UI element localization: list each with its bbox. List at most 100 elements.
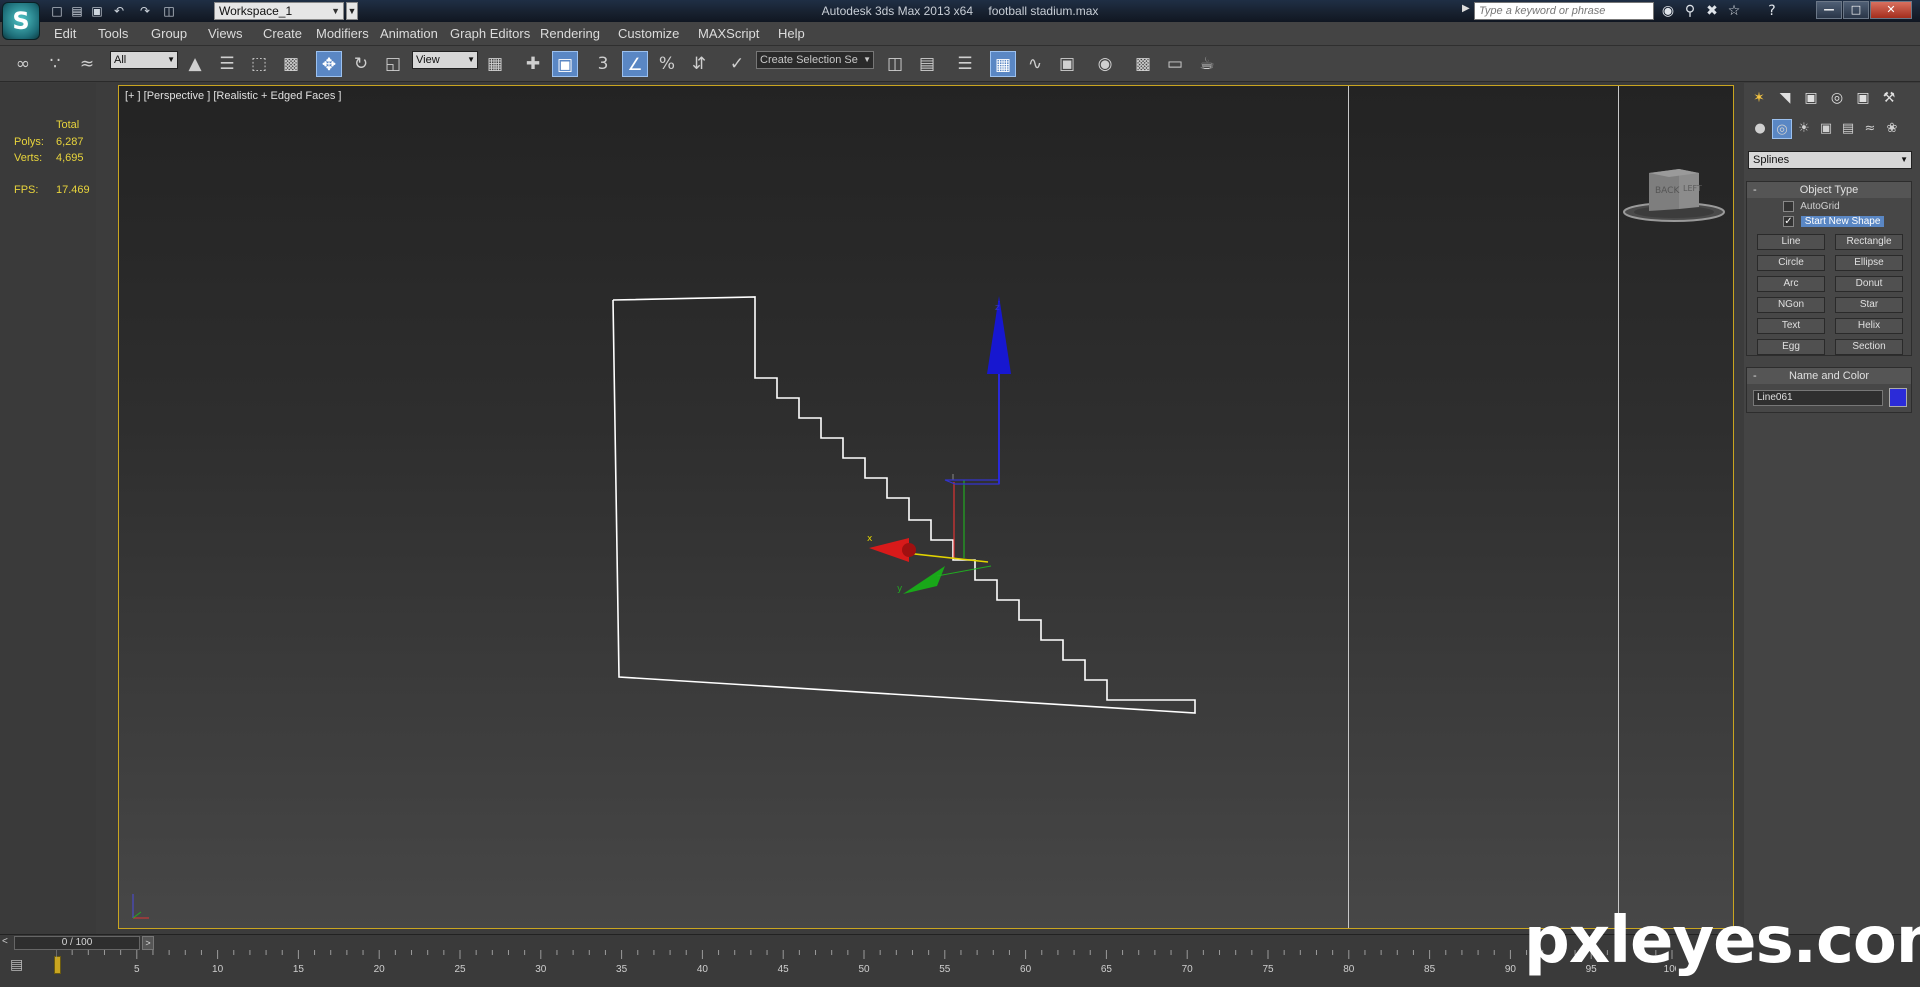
keyboard-shortcut-override-icon[interactable]: ▣ <box>552 51 578 77</box>
menu-rendering[interactable]: Rendering <box>540 26 600 41</box>
modify-tab-icon[interactable]: ◥ <box>1774 87 1796 109</box>
star-button[interactable]: Star <box>1835 297 1903 313</box>
binoculars-icon[interactable]: ◉ <box>1658 2 1678 20</box>
bind-space-warp-icon[interactable]: ≈ <box>74 51 100 77</box>
help-icon[interactable]: ? <box>1762 2 1782 20</box>
utilities-tab-icon[interactable]: ⚒ <box>1878 87 1900 109</box>
start-new-shape-checkbox[interactable]: ✓ <box>1783 216 1794 227</box>
search-input[interactable]: Type a keyword or phrase <box>1474 2 1654 20</box>
render-production-icon[interactable]: ☕ <box>1194 51 1220 77</box>
menu-animation[interactable]: Animation <box>380 26 438 41</box>
app-logo-icon[interactable]: S <box>2 2 40 40</box>
track-ruler[interactable]: 5101520253035404550556065707580859095100 <box>56 950 1676 987</box>
section-button[interactable]: Section <box>1835 339 1903 355</box>
geometry-icon[interactable]: ● <box>1750 119 1770 139</box>
helpers-icon[interactable]: ▤ <box>1838 119 1858 139</box>
motion-tab-icon[interactable]: ◎ <box>1826 87 1848 109</box>
menu-graph-editors[interactable]: Graph Editors <box>450 26 530 41</box>
reference-coordinate-select[interactable]: View ▼ <box>412 51 478 69</box>
hierarchy-tab-icon[interactable]: ▣ <box>1800 87 1822 109</box>
select-and-scale-icon[interactable]: ◱ <box>380 51 406 77</box>
menu-group[interactable]: Group <box>151 26 187 41</box>
lights-icon[interactable]: ☀ <box>1794 119 1814 139</box>
exchange-icon[interactable]: ✖ <box>1702 2 1722 20</box>
link-icon[interactable]: ∞ <box>10 51 36 77</box>
scene-explorer-icon[interactable]: ▦ <box>990 51 1016 77</box>
donut-button[interactable]: Donut <box>1835 276 1903 292</box>
previous-frame-icon[interactable]: < <box>2 936 8 947</box>
rectangle-button[interactable]: Rectangle <box>1835 234 1903 250</box>
text-button[interactable]: Text <box>1757 318 1825 334</box>
viewport-label[interactable]: [+ ] [Perspective ] [Realistic + Edged F… <box>125 90 341 102</box>
star-icon[interactable]: ☆ <box>1724 2 1744 20</box>
select-by-name-icon[interactable]: ☰ <box>214 51 240 77</box>
select-and-move-icon[interactable]: ✥ <box>316 51 342 77</box>
object-color-swatch[interactable] <box>1889 388 1907 407</box>
ellipse-button[interactable]: Ellipse <box>1835 255 1903 271</box>
egg-button[interactable]: Egg <box>1757 339 1825 355</box>
menu-help[interactable]: Help <box>778 26 805 41</box>
snaps-toggle-icon[interactable]: 3 <box>590 51 616 77</box>
search-expand-icon[interactable]: ▶ <box>1462 3 1470 14</box>
perspective-viewport[interactable]: x y z [+ ] [Perspective ] [Realistic + E… <box>118 85 1734 929</box>
select-object-icon[interactable]: ▲ <box>182 51 208 77</box>
window-crossing-icon[interactable]: ▩ <box>278 51 304 77</box>
minimize-button[interactable]: — <box>1816 1 1842 19</box>
display-tab-icon[interactable]: ▣ <box>1852 87 1874 109</box>
rectangular-selection-icon[interactable]: ⬚ <box>246 51 272 77</box>
menu-maxscript[interactable]: MAXScript <box>698 26 759 41</box>
close-button[interactable]: ✕ <box>1870 1 1912 19</box>
next-frame-icon[interactable]: > <box>142 936 154 950</box>
start-new-shape-row[interactable]: ✓ Start New Shape <box>1783 216 1885 230</box>
menu-customize[interactable]: Customize <box>618 26 679 41</box>
cameras-icon[interactable]: ▣ <box>1816 119 1836 139</box>
curve-editor-icon[interactable]: ∿ <box>1022 51 1048 77</box>
percent-snap-icon[interactable]: % <box>654 51 680 77</box>
pivot-center-icon[interactable]: ▦ <box>482 51 508 77</box>
align-icon[interactable]: ▤ <box>914 51 940 77</box>
selection-filter-select[interactable]: All ▼ <box>110 51 178 69</box>
material-editor-icon[interactable]: ◉ <box>1092 51 1118 77</box>
line-button[interactable]: Line <box>1757 234 1825 250</box>
shapes-icon[interactable]: ◎ <box>1772 119 1792 139</box>
ngon-button[interactable]: NGon <box>1757 297 1825 313</box>
systems-icon[interactable]: ❀ <box>1882 119 1902 139</box>
manipulate-icon[interactable]: ✚ <box>520 51 546 77</box>
maximize-button[interactable]: □ <box>1843 1 1869 19</box>
angle-snap-icon[interactable]: ∠ <box>622 51 648 77</box>
helix-button[interactable]: Helix <box>1835 318 1903 334</box>
named-selection-set-input[interactable]: Create Selection Se ▼ <box>756 51 874 69</box>
category-dropdown[interactable]: Splines ▼ <box>1748 151 1912 169</box>
space-warps-icon[interactable]: ≈ <box>1860 119 1880 139</box>
key-icon[interactable]: ⚲ <box>1680 2 1700 20</box>
menu-tools[interactable]: Tools <box>98 26 128 41</box>
object-name-input[interactable]: Line061 <box>1753 390 1883 406</box>
edit-named-selection-icon[interactable]: ✓ <box>724 51 750 77</box>
y-axis-arrow[interactable] <box>903 566 945 594</box>
mirror-icon[interactable]: ◫ <box>882 51 908 77</box>
autogrid-checkbox[interactable] <box>1783 201 1794 212</box>
menu-edit[interactable]: Edit <box>54 26 76 41</box>
name-and-color-rollout-header[interactable]: - Name and Color <box>1747 368 1911 384</box>
stats-fps-value: 17.469 <box>56 184 90 196</box>
layer-manager-icon[interactable]: ☰ <box>952 51 978 77</box>
stadium-stand-spline[interactable] <box>612 296 1196 714</box>
circle-button[interactable]: Circle <box>1757 255 1825 271</box>
spinner-snap-icon[interactable]: ⇵ <box>686 51 712 77</box>
object-type-rollout-header[interactable]: - Object Type <box>1747 182 1911 198</box>
select-and-rotate-icon[interactable]: ↻ <box>348 51 374 77</box>
viewcube-icon[interactable]: BACK LEFT <box>1619 151 1729 231</box>
menu-views[interactable]: Views <box>208 26 242 41</box>
create-tab-icon[interactable]: ✶ <box>1748 87 1770 109</box>
schematic-view-icon[interactable]: ▣ <box>1054 51 1080 77</box>
mini-curve-editor-icon[interactable]: ▤ <box>10 956 32 972</box>
rendered-frame-window-icon[interactable]: ▭ <box>1162 51 1188 77</box>
time-slider-thumb[interactable]: 0 / 100 <box>14 936 140 950</box>
arc-button[interactable]: Arc <box>1757 276 1825 292</box>
transform-gizmo[interactable]: x y z <box>867 296 1011 594</box>
unlink-icon[interactable]: ∵ <box>42 51 68 77</box>
render-setup-icon[interactable]: ▩ <box>1130 51 1156 77</box>
menu-modifiers[interactable]: Modifiers <box>316 26 369 41</box>
menu-create[interactable]: Create <box>263 26 302 41</box>
autogrid-checkbox-row[interactable]: AutoGrid <box>1783 201 1840 215</box>
